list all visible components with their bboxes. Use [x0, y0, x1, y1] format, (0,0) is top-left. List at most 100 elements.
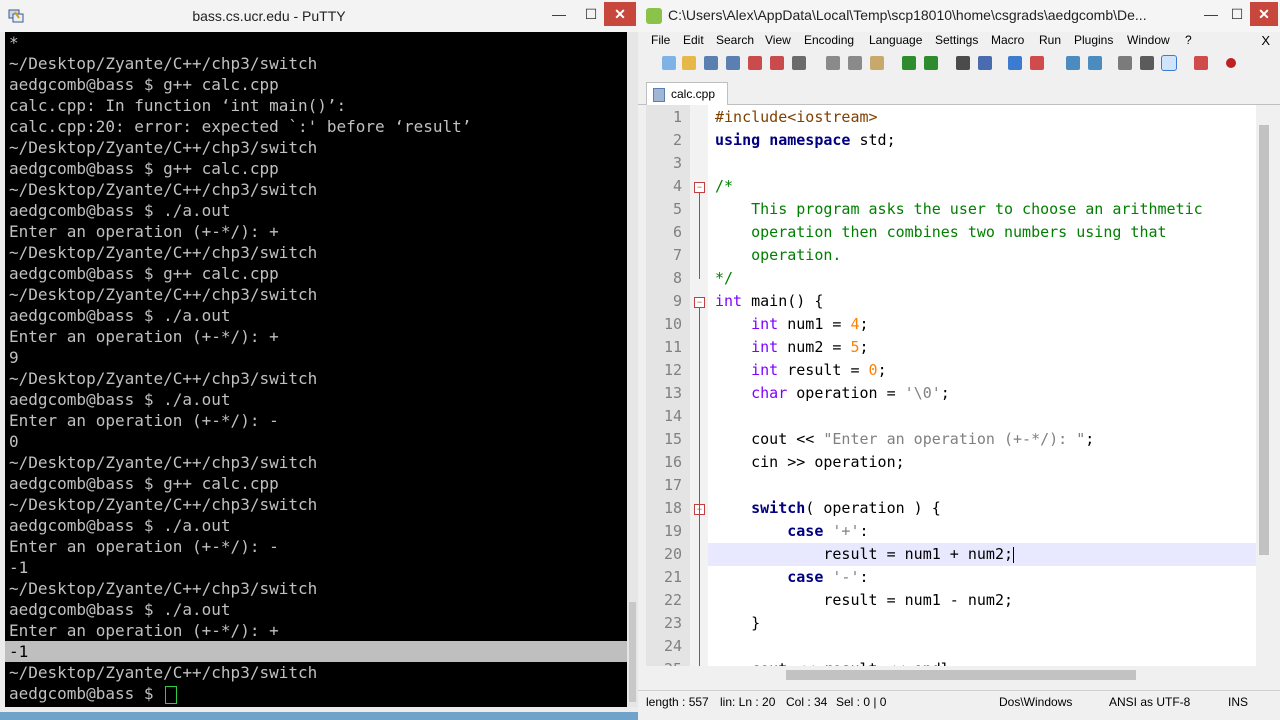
code-line[interactable]: result = num1 + num2; — [708, 543, 1256, 566]
find-icon[interactable] — [956, 56, 970, 70]
cut-icon[interactable] — [826, 56, 840, 70]
menu-window[interactable]: Window — [1127, 33, 1170, 47]
save-icon[interactable] — [704, 56, 718, 70]
terminal-scrollbar-thumb[interactable] — [629, 602, 636, 702]
code-line[interactable]: using namespace std; — [715, 129, 896, 152]
minimize-button[interactable]: — — [544, 2, 574, 26]
code-line[interactable]: switch( operation ) { — [715, 497, 941, 520]
code-line[interactable]: int num2 = 5; — [715, 336, 868, 359]
npp-titlebar[interactable]: C:\Users\Alex\AppData\Local\Temp\scp1801… — [638, 0, 1280, 32]
code-line[interactable]: /* — [715, 175, 733, 198]
print-icon[interactable] — [792, 56, 806, 70]
editor-vertical-scrollbar[interactable] — [1256, 105, 1272, 666]
line-number: 9 — [672, 292, 682, 310]
menu-search[interactable]: Search — [716, 33, 754, 47]
copy-icon[interactable] — [848, 56, 862, 70]
code-line[interactable]: char operation = '\0'; — [715, 382, 950, 405]
code-line[interactable]: cin >> operation; — [715, 451, 905, 474]
terminal-line: aedgcomb@bass $ ./a.out — [9, 516, 231, 535]
close-button[interactable]: ✕ — [604, 2, 636, 26]
menu-file[interactable]: File — [651, 33, 670, 47]
terminal-line: calc.cpp: In function ‘int main()’: — [9, 96, 347, 115]
notepadpp-app-icon[interactable] — [646, 8, 662, 24]
close-button[interactable]: ✕ — [1250, 2, 1278, 26]
redo-icon[interactable] — [924, 56, 938, 70]
line-number: 24 — [663, 637, 682, 655]
replace-icon[interactable] — [978, 56, 992, 70]
code-line[interactable]: } — [715, 612, 760, 635]
status-col: Col : 34 — [786, 695, 828, 709]
terminal-line: -1 — [9, 558, 29, 577]
menu-edit[interactable]: Edit — [683, 33, 704, 47]
code-editor[interactable]: −−− 1#include<iostream>2using namespace … — [646, 105, 1272, 666]
terminal-line: ~/Desktop/Zyante/C++/chp3/switch — [9, 138, 318, 157]
line-number: 18 — [663, 499, 682, 517]
menu-plugins[interactable]: Plugins — [1074, 33, 1113, 47]
putty-app-icon[interactable] — [8, 8, 24, 24]
status-mode: INS — [1228, 695, 1249, 709]
save-all-icon[interactable] — [726, 56, 740, 70]
maximize-button[interactable]: ☐ — [1224, 2, 1250, 26]
code-line[interactable]: operation. — [715, 244, 841, 267]
line-number: 13 — [663, 384, 682, 402]
close-all-icon[interactable] — [770, 56, 784, 70]
line-number: 11 — [663, 338, 682, 356]
close-document-icon[interactable]: X — [1261, 33, 1270, 48]
code-line[interactable]: case '+': — [715, 520, 868, 543]
terminal-scrollbar[interactable] — [627, 32, 638, 707]
putty-titlebar[interactable]: bass.cs.ucr.edu - PuTTY — ☐ ✕ — [0, 0, 638, 32]
minimize-button[interactable]: — — [1198, 2, 1224, 26]
indent-guide-icon[interactable] — [1161, 55, 1177, 71]
undo-icon[interactable] — [902, 56, 916, 70]
status-eol: Dos\Windows — [999, 695, 1073, 709]
menu-settings[interactable]: Settings — [935, 33, 978, 47]
lang-icon[interactable] — [1194, 56, 1208, 70]
code-line[interactable]: operation then combines two numbers usin… — [715, 221, 1166, 244]
code-line[interactable]: case '-': — [715, 566, 868, 589]
maximize-button[interactable]: ☐ — [578, 2, 604, 26]
all-chars-icon[interactable] — [1140, 56, 1154, 70]
new-file-icon[interactable] — [662, 56, 676, 70]
npp-title: C:\Users\Alex\AppData\Local\Temp\scp1801… — [668, 7, 1147, 23]
code-line[interactable]: int result = 0; — [715, 359, 886, 382]
terminal-line: aedgcomb@bass $ ./a.out — [9, 201, 231, 220]
fold-comment-icon[interactable]: − — [694, 182, 705, 193]
sync-v-icon[interactable] — [1066, 56, 1080, 70]
record-macro-icon[interactable] — [1226, 58, 1236, 68]
terminal-line: ~/Desktop/Zyante/C++/chp3/switch — [9, 285, 318, 304]
code-line[interactable]: This program asks the user to choose an … — [715, 198, 1203, 221]
menu-view[interactable]: View — [765, 33, 791, 47]
wrap-icon[interactable] — [1118, 56, 1132, 70]
close-icon[interactable] — [748, 56, 762, 70]
terminal-line: aedgcomb@bass $ ./a.out — [9, 390, 231, 409]
code-line[interactable]: int main() { — [715, 290, 823, 313]
open-file-icon[interactable] — [682, 56, 696, 70]
menu-macro[interactable]: Macro — [991, 33, 1024, 47]
code-line[interactable]: int num1 = 4; — [715, 313, 868, 336]
editor-vscroll-thumb[interactable] — [1259, 125, 1269, 555]
editor-hscroll-thumb[interactable] — [786, 670, 1136, 680]
code-line[interactable]: cout << result << endl; — [715, 658, 959, 666]
terminal-line: aedgcomb@bass $ g++ calc.cpp — [9, 264, 279, 283]
paste-icon[interactable] — [870, 56, 884, 70]
menu-encoding[interactable]: Encoding — [804, 33, 854, 47]
line-number: 15 — [663, 430, 682, 448]
code-line[interactable]: cout << "Enter an operation (+-*/): "; — [715, 428, 1094, 451]
tab-calc-cpp[interactable]: calc.cpp — [646, 82, 728, 105]
zoom-out-icon[interactable] — [1030, 56, 1044, 70]
status-length: length : 557 — [646, 695, 709, 709]
menu-help[interactable]: ? — [1185, 33, 1192, 47]
fold-margin[interactable]: −−− — [690, 105, 708, 666]
sync-h-icon[interactable] — [1088, 56, 1102, 70]
code-line[interactable]: result = num1 - num2; — [715, 589, 1013, 612]
editor-horizontal-scrollbar[interactable] — [646, 666, 1272, 684]
menu-language[interactable]: Language — [869, 33, 922, 47]
code-line[interactable]: #include<iostream> — [715, 106, 878, 129]
code-line[interactable]: */ — [715, 267, 733, 290]
zoom-in-icon[interactable] — [1008, 56, 1022, 70]
fold-main-icon[interactable]: − — [694, 297, 705, 308]
terminal-line: Enter an operation (+-*/): + — [9, 327, 279, 346]
fold-guide-line — [699, 515, 700, 624]
menu-run[interactable]: Run — [1039, 33, 1061, 47]
terminal-area[interactable]: * ~/Desktop/Zyante/C++/chp3/switch aedgcom… — [5, 32, 627, 707]
